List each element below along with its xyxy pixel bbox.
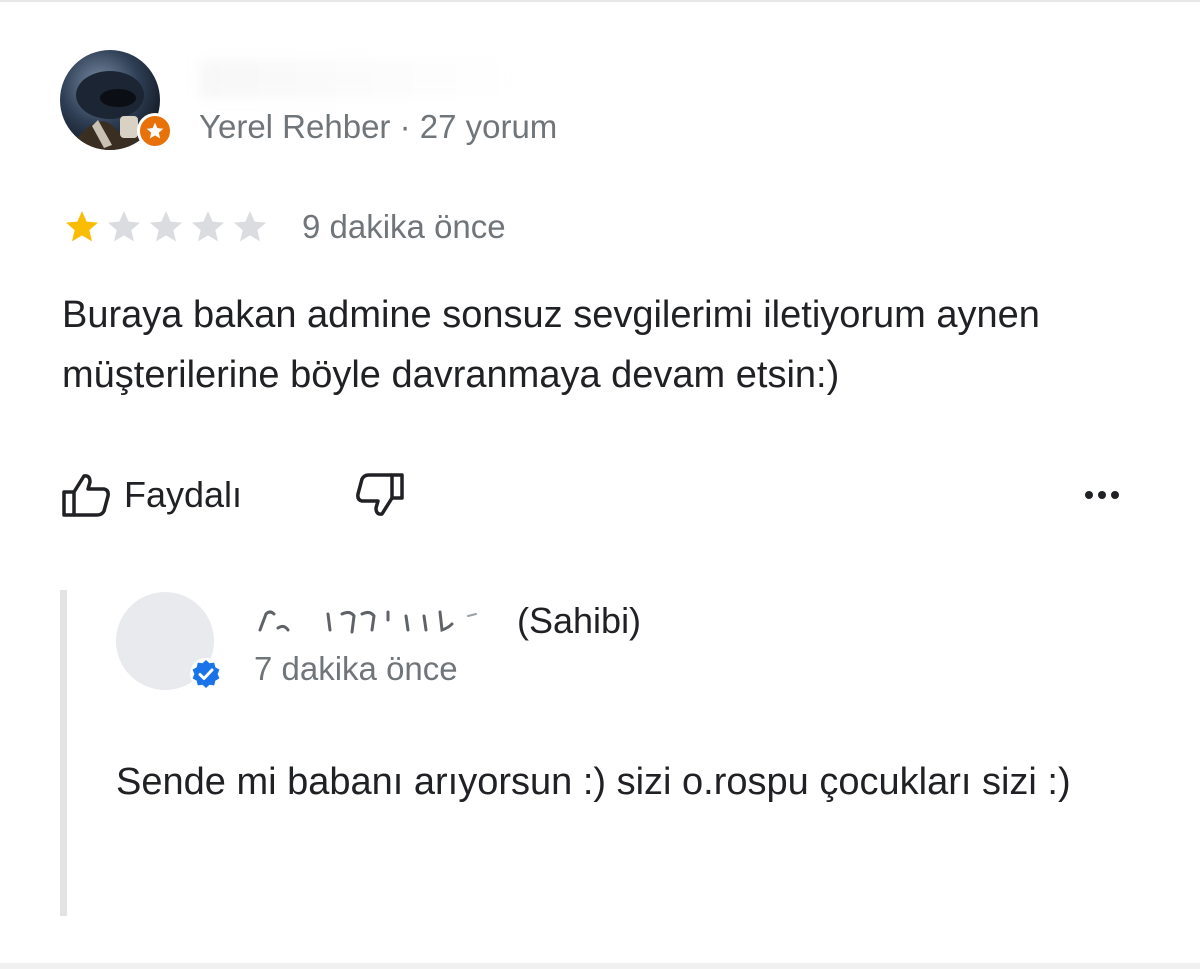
star-empty-icon <box>150 211 182 242</box>
bottom-divider <box>0 963 1200 969</box>
thumbs-up-icon <box>62 474 110 517</box>
verified-check-icon <box>190 658 222 690</box>
owner-reply-time: 7 dakika önce <box>254 650 458 687</box>
reply-indent-bar <box>60 590 67 916</box>
thumbs-down-icon <box>356 473 404 516</box>
not-helpful-button[interactable] <box>352 470 408 520</box>
star-empty-icon <box>192 211 224 242</box>
review-time: 9 dakika önce <box>302 208 506 245</box>
more-horizontal-icon <box>1085 491 1093 499</box>
local-guide-badge-icon <box>137 113 173 149</box>
owner-name-redacted <box>258 610 477 634</box>
owner-reply-text: Sende mi babanı arıyorsun :) sizi o.rosp… <box>116 761 1071 803</box>
star-empty-icon <box>234 211 266 242</box>
helpful-button[interactable]: Faydalı <box>60 470 242 520</box>
reviewer-name-redacted <box>200 60 520 98</box>
top-divider <box>0 0 1200 2</box>
star-filled-icon <box>66 211 98 242</box>
star-rating <box>62 207 270 247</box>
star-empty-icon <box>108 211 140 242</box>
reviewer-meta[interactable]: Yerel Rehber · 27 yorum <box>199 108 557 146</box>
review-text: Buraya bakan admine sonsuz sevgilerimi i… <box>62 294 1040 396</box>
owner-role-label: (Sahibi) <box>517 600 642 641</box>
more-options-button[interactable] <box>1078 475 1126 515</box>
helpful-label: Faydalı <box>124 474 243 515</box>
